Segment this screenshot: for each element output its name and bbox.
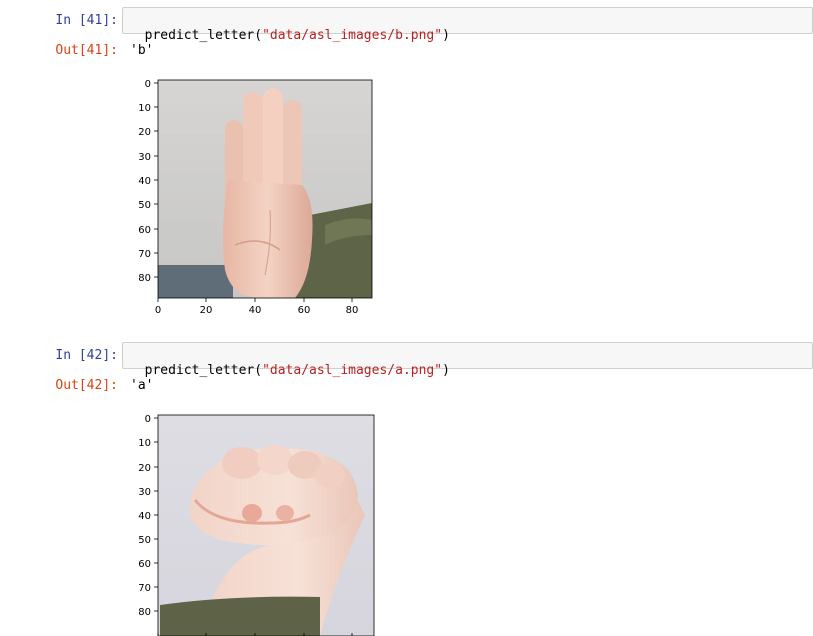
- input-prompt: In [42]:: [55, 348, 118, 363]
- x-tick-label: 40: [249, 305, 262, 316]
- code-input-cell[interactable]: predict_letter("data/asl_images/a.png"): [122, 342, 813, 378]
- y-tick-label: 0: [145, 79, 151, 90]
- y-tick-label: 30: [138, 487, 151, 498]
- y-tick-label: 40: [138, 511, 151, 522]
- y-tick-label: 30: [138, 152, 151, 163]
- x-tick-label: 60: [298, 305, 311, 316]
- figure-axes: 0 10 20 30 40 50 60 70 80: [138, 414, 375, 636]
- code-function-name: predict_letter: [144, 28, 255, 43]
- hand-sign-a-image: [158, 415, 374, 636]
- y-tick-label: 20: [138, 463, 151, 474]
- output-prompt: Out[41]:: [55, 43, 118, 58]
- output-text: 'b': [130, 43, 154, 58]
- y-tick-label: 80: [138, 607, 151, 618]
- code-string-argument: "data/asl_images/a.png": [262, 363, 443, 378]
- y-axis: 0 10 20 30 40 50 60 70 80: [138, 79, 158, 284]
- input-prompt: In [41]:: [55, 13, 118, 28]
- code-close-paren: ): [442, 363, 450, 378]
- code-open-paren: (: [254, 28, 263, 43]
- image-figure: 0 10 20 30 40 50 60 70 80: [120, 405, 390, 636]
- y-tick-label: 60: [138, 225, 151, 236]
- output-text: 'a': [130, 378, 154, 393]
- y-tick-label: 10: [138, 103, 151, 114]
- y-tick-label: 70: [138, 583, 151, 594]
- image-figure: 0 10 20 30 40 50 60 70 80 0 20 40 60 80: [120, 70, 390, 320]
- y-tick-label: 10: [138, 438, 151, 449]
- output-prompt: Out[42]:: [55, 378, 118, 393]
- figure-axes: 0 10 20 30 40 50 60 70 80 0 20 40 60 80: [138, 79, 373, 316]
- code-input-cell[interactable]: predict_letter("data/asl_images/b.png"): [122, 7, 813, 43]
- x-axis: 0 20 40 60 80: [155, 298, 359, 316]
- y-tick-label: 50: [138, 535, 151, 546]
- y-tick-label: 70: [138, 249, 151, 260]
- y-tick-label: 40: [138, 176, 151, 187]
- x-tick-label: 80: [346, 305, 359, 316]
- y-tick-label: 80: [138, 273, 151, 284]
- x-tick-label: 0: [155, 305, 161, 316]
- x-tick-label: 20: [200, 305, 213, 316]
- y-tick-label: 20: [138, 127, 151, 138]
- y-axis: 0 10 20 30 40 50 60 70 80: [138, 414, 158, 618]
- y-tick-label: 60: [138, 559, 151, 570]
- code-string-argument: "data/asl_images/b.png": [262, 28, 443, 43]
- code-close-paren: ): [442, 28, 450, 43]
- code-open-paren: (: [254, 363, 263, 378]
- y-tick-label: 0: [145, 414, 151, 425]
- y-tick-label: 50: [138, 200, 151, 211]
- code-function-name: predict_letter: [144, 363, 255, 378]
- hand-sign-b-image: [158, 80, 372, 298]
